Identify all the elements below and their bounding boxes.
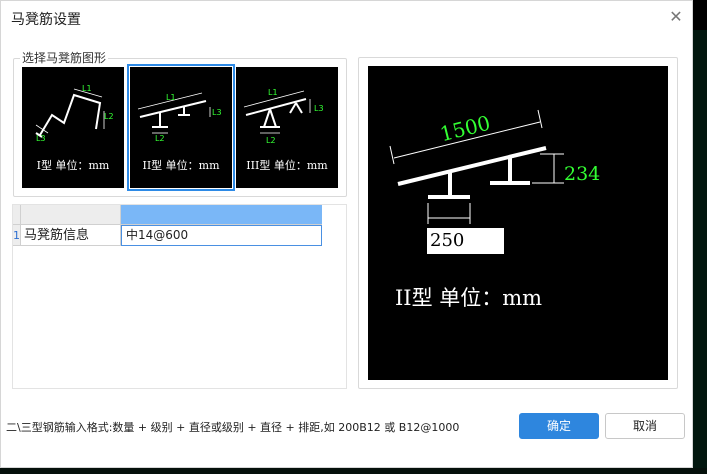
preview-caption: II型 单位：mm bbox=[395, 286, 543, 310]
type-3-caption: III型 单位：mm bbox=[246, 159, 328, 172]
type-2-l2-label: L2 bbox=[155, 134, 165, 143]
grid-row-number: 1 bbox=[13, 225, 21, 246]
shape-group-label: 选择马凳筋图形 bbox=[20, 49, 109, 66]
ok-button[interactable]: 确定 bbox=[519, 413, 599, 439]
cad-canvas-bottom bbox=[0, 468, 707, 474]
preview-l3-value: 234 bbox=[564, 163, 600, 185]
preview-diagram: 1500 234 bbox=[389, 109, 600, 224]
shape-option-type-3[interactable]: L1 L2 L3 III型 单位：mm bbox=[236, 67, 338, 188]
cad-canvas-edge bbox=[693, 30, 707, 474]
type-3-l2-label: L2 bbox=[266, 136, 276, 145]
type-2-l3-label: L3 bbox=[212, 108, 222, 117]
shape-preview: 1500 234 250 II型 单位：mm bbox=[368, 66, 668, 380]
type-3-l1-label: L1 bbox=[268, 88, 278, 97]
shape-option-type-2[interactable]: L1 L2 L3 II型 单位：mm bbox=[127, 64, 235, 191]
close-icon[interactable]: ✕ bbox=[666, 7, 686, 27]
shape-option-type-1[interactable]: L1 L2 L3 I型 单位：mm bbox=[22, 67, 124, 188]
type-1-l2-label: L2 bbox=[104, 112, 114, 121]
dialog-title: 马凳筋设置 bbox=[11, 12, 81, 28]
grid-corner-header bbox=[13, 205, 21, 225]
grid-name-column-header bbox=[21, 205, 121, 225]
type-1-caption: I型 单位：mm bbox=[36, 159, 110, 172]
cancel-button[interactable]: 取消 bbox=[605, 413, 685, 439]
rebar-info-input[interactable]: 中14@600 bbox=[121, 225, 322, 246]
grid-row-label: 马凳筋信息 bbox=[21, 225, 121, 246]
type-2-caption: II型 单位：mm bbox=[142, 159, 220, 172]
grid-value-column-header bbox=[121, 205, 322, 225]
type-2-l1-label: L1 bbox=[166, 93, 176, 102]
input-format-hint: 二\三型钢筋输入格式:数量 + 级别 + 直径或级别 + 直径 + 排距,如 2… bbox=[6, 421, 460, 434]
preview-l2-value: 250 bbox=[427, 228, 504, 254]
type-3-l3-label: L3 bbox=[314, 104, 324, 113]
property-grid: 1 马凳筋信息 中14@600 bbox=[12, 204, 347, 389]
type-1-l3-label: L3 bbox=[36, 134, 46, 143]
type-1-l1-label: L1 bbox=[82, 84, 92, 93]
